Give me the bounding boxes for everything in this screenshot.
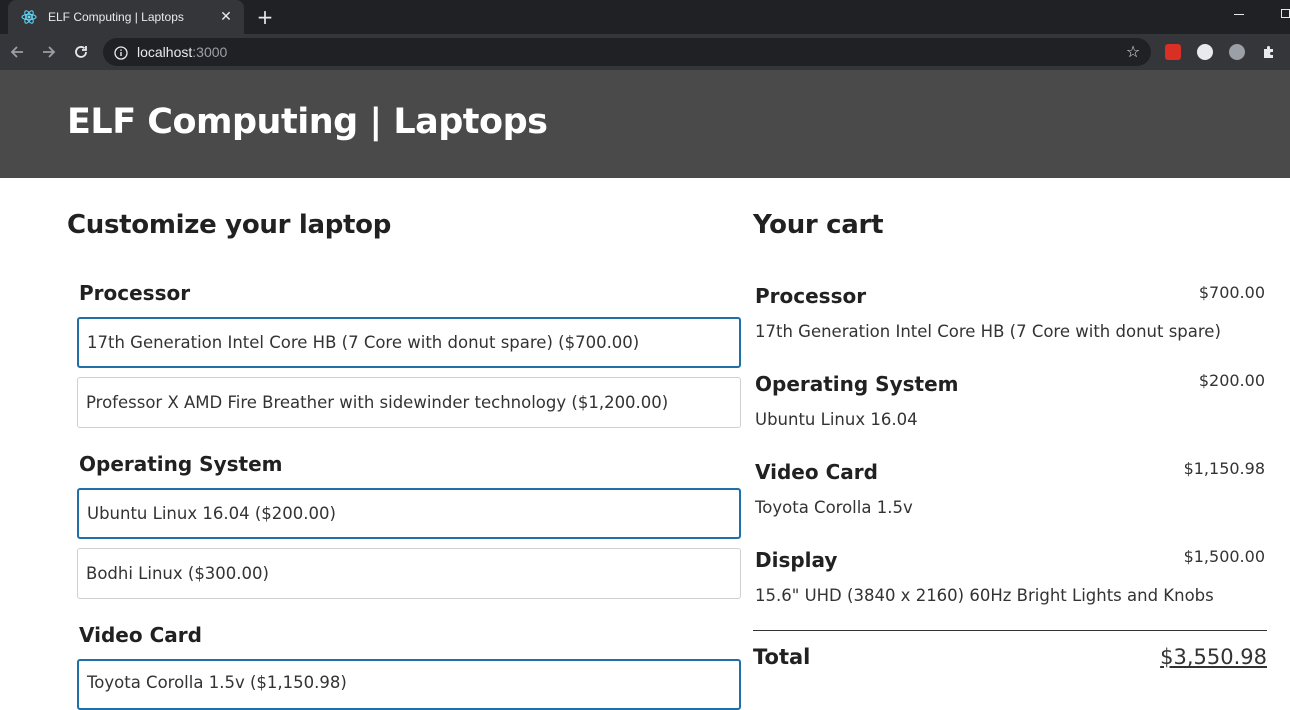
minimize-icon[interactable]: [1234, 8, 1246, 20]
forward-arrow-icon[interactable]: [37, 40, 61, 64]
cart-item-name: Ubuntu Linux 16.04: [755, 410, 918, 429]
cart-item-feature: Operating System: [755, 372, 959, 396]
url-host: localhost: [137, 44, 193, 60]
close-icon[interactable]: ✕: [218, 9, 234, 25]
app-header: ELF Computing | Laptops: [0, 70, 1290, 178]
cart-item-price: $1,500.00: [1183, 547, 1265, 566]
option-os-bodhi[interactable]: Bodhi Linux ($300.00): [77, 548, 741, 599]
reload-icon[interactable]: [69, 40, 93, 64]
url-text: localhost:3000: [137, 44, 227, 60]
extension-icon[interactable]: [1197, 44, 1213, 60]
cart-item-price: $1,150.98: [1183, 459, 1265, 478]
cart-item-feature: Video Card: [755, 460, 878, 484]
customize-heading: Customize your laptop: [67, 210, 392, 240]
info-icon[interactable]: [114, 45, 128, 60]
tab-title: ELF Computing | Laptops: [48, 10, 184, 24]
url-port: :3000: [192, 44, 228, 60]
maximize-icon[interactable]: [1281, 9, 1290, 18]
option-processor-amd[interactable]: Professor X AMD Fire Breather with sidew…: [77, 377, 741, 428]
plus-icon[interactable]: +: [254, 7, 276, 29]
star-icon[interactable]: ☆: [1124, 43, 1142, 61]
extension-icon[interactable]: [1165, 44, 1181, 60]
cart-divider: [753, 630, 1267, 631]
browser-toolbar: localhost:3000 ☆: [0, 34, 1290, 70]
cart-total-label: Total: [753, 645, 811, 669]
cart-item-name: 15.6" UHD (3840 x 2160) 60Hz Bright Ligh…: [755, 586, 1214, 605]
page-title: ELF Computing | Laptops: [67, 102, 548, 142]
cart-item-price: $200.00: [1198, 371, 1265, 390]
browser-tab[interactable]: ELF Computing | Laptops ✕: [8, 0, 244, 34]
puzzle-icon[interactable]: [1261, 44, 1277, 60]
feature-title-processor: Processor: [79, 281, 191, 305]
react-favicon-icon: [20, 8, 38, 26]
cart-item-name: Toyota Corolla 1.5v: [755, 498, 913, 517]
cart-item-name: 17th Generation Intel Core HB (7 Core wi…: [755, 322, 1221, 341]
feature-title-os: Operating System: [79, 452, 283, 476]
option-video-toyota[interactable]: Toyota Corolla 1.5v ($1,150.98): [77, 659, 741, 710]
cart-item-feature: Processor: [755, 284, 867, 308]
address-bar[interactable]: localhost:3000 ☆: [103, 38, 1151, 66]
cart-item-price: $700.00: [1198, 283, 1265, 302]
back-arrow-icon[interactable]: [5, 40, 29, 64]
option-os-ubuntu[interactable]: Ubuntu Linux 16.04 ($200.00): [77, 488, 741, 539]
cart-item-feature: Display: [755, 548, 838, 572]
option-processor-intel[interactable]: 17th Generation Intel Core HB (7 Core wi…: [77, 317, 741, 368]
extension-icon[interactable]: [1229, 44, 1245, 60]
cart-heading: Your cart: [753, 210, 884, 240]
cart-total-value: $3,550.98: [1160, 645, 1267, 669]
browser-tabstrip: ELF Computing | Laptops ✕ +: [0, 0, 1290, 34]
feature-title-video: Video Card: [79, 623, 202, 647]
